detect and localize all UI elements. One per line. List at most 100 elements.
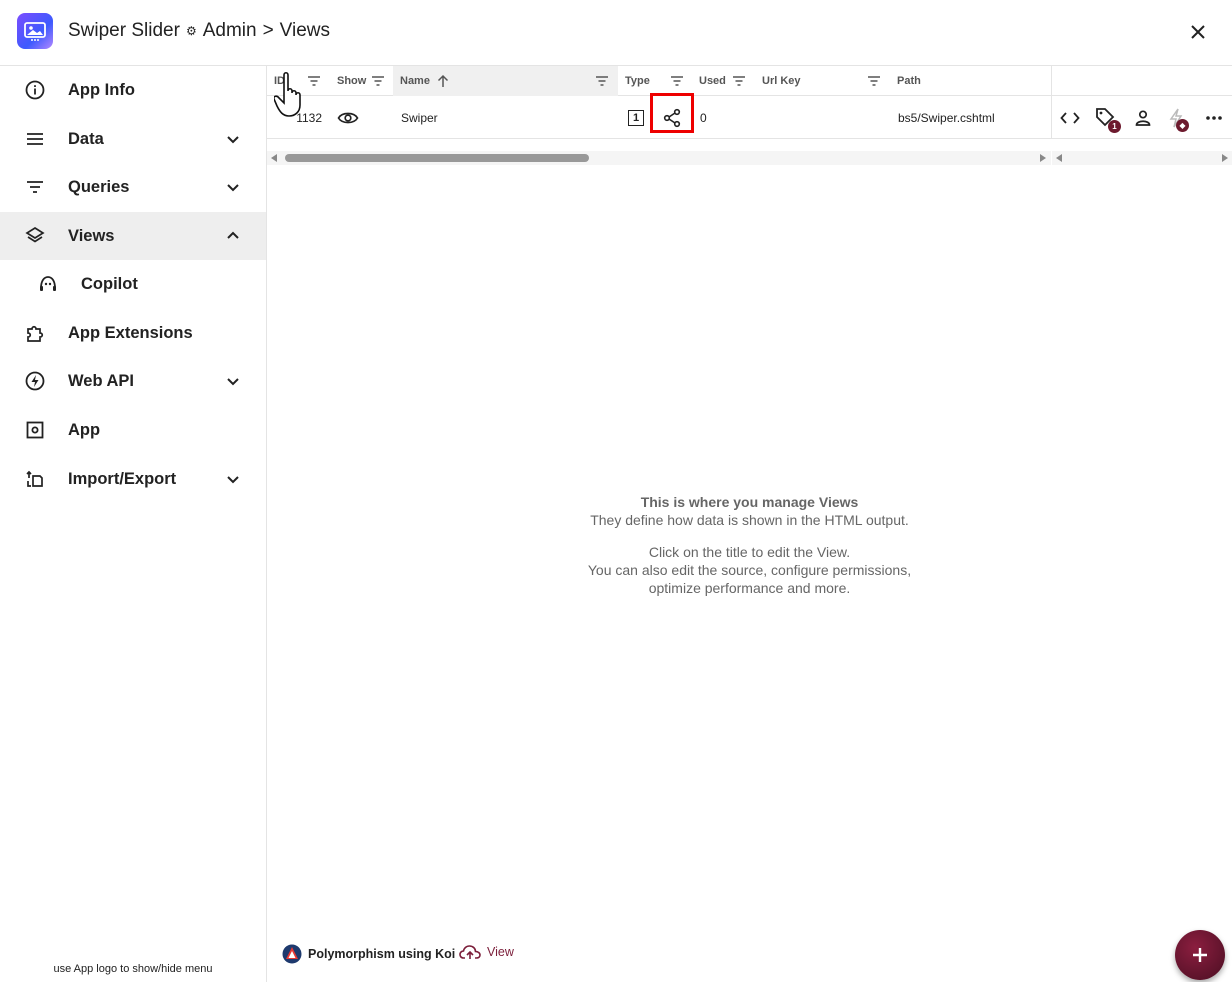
page-title: Views: [279, 20, 331, 41]
chevron-down-icon[interactable]: [224, 470, 242, 488]
scroll-right-icon[interactable]: [1040, 154, 1046, 162]
filter-icon[interactable]: [371, 75, 385, 87]
app-logo-button[interactable]: [17, 13, 53, 49]
empty-state-title: This is where you manage Views: [640, 494, 859, 510]
cloud-upload-icon: [459, 945, 481, 959]
sidebar-item-label: App Extensions: [68, 323, 193, 342]
breadcrumb-app-name[interactable]: Swiper Slider: [68, 20, 180, 42]
column-header-show[interactable]: Show: [329, 66, 393, 96]
sidebar-item-import-export[interactable]: Import/Export: [0, 455, 266, 503]
copilot-icon: [37, 273, 59, 295]
close-icon[interactable]: [1186, 20, 1210, 44]
cell-used[interactable]: 0: [700, 96, 756, 139]
sidebar-item-app[interactable]: App: [0, 406, 266, 454]
breadcrumb: Swiper Slider ⚙ Admin > Views: [68, 20, 330, 42]
chevron-down-icon[interactable]: [224, 372, 242, 390]
import-export-icon: [24, 468, 46, 490]
code-icon[interactable]: [1060, 110, 1080, 126]
person-icon[interactable]: [1134, 109, 1152, 127]
polymorphism-label: Polymorphism using Koi: [308, 947, 456, 961]
diamond-badge-icon: ◆: [1176, 119, 1189, 132]
sidebar-item-label: Copilot: [81, 274, 138, 293]
polymorphism-link[interactable]: Polymorphism using Koi: [282, 944, 455, 964]
eye-icon[interactable]: [337, 110, 359, 126]
performance-button[interactable]: ◆: [1168, 108, 1192, 132]
pinned-column-divider: [1051, 66, 1052, 139]
gear-icon: ⚙: [185, 24, 197, 38]
column-header-name[interactable]: Name: [393, 66, 618, 96]
sidebar-item-web-api[interactable]: Web API: [0, 357, 266, 405]
chevron-down-icon[interactable]: [224, 178, 242, 196]
chevron-up-icon[interactable]: [224, 227, 242, 245]
puzzle-icon: [24, 322, 46, 344]
column-header-path[interactable]: Path: [891, 66, 1051, 96]
view-link[interactable]: View: [459, 944, 514, 960]
chevron-down-icon[interactable]: [224, 130, 242, 148]
row-actions: 1 ◆: [1052, 96, 1232, 139]
column-label: Show: [337, 75, 367, 87]
cell-path: bs5/Swiper.cshtml: [898, 110, 995, 125]
sidebar-item-label: Queries: [68, 177, 130, 196]
sidebar-item-views[interactable]: Views: [0, 212, 266, 260]
info-icon: [24, 79, 46, 101]
sidebar-item-queries[interactable]: Queries: [0, 163, 266, 211]
empty-state-line: They define how data is shown in the HTM…: [590, 512, 909, 528]
column-label: Name: [400, 75, 430, 87]
cell-name[interactable]: Swiper: [393, 96, 618, 139]
add-view-button[interactable]: [1175, 930, 1225, 980]
column-label: Type: [625, 75, 650, 87]
menu-hint: use App logo to show/hide menu: [53, 963, 213, 975]
sort-ascending-icon[interactable]: [437, 74, 449, 88]
image-slider-icon: [24, 22, 46, 41]
menu-lines-icon: [24, 128, 46, 150]
scrollbar-thumb[interactable]: [285, 154, 589, 162]
column-header-url-key[interactable]: Url Key: [756, 66, 891, 96]
koi-logo-icon: [282, 944, 302, 964]
view-label: View: [487, 945, 514, 959]
scroll-left-icon[interactable]: [271, 154, 277, 162]
column-label: Url Key: [762, 75, 801, 87]
cell-url-key: [756, 96, 891, 139]
dialog-header: Swiper Slider ⚙ Admin > Views: [0, 0, 1232, 66]
sidebar-item-data[interactable]: Data: [0, 115, 266, 163]
horizontal-scrollbar[interactable]: [267, 151, 1051, 165]
view-type-badge: 1: [628, 109, 644, 126]
table-row[interactable]: 1132 Swiper 1 0 bs5/Swiper.cshtml 1 ◆: [267, 96, 1232, 139]
column-header-type[interactable]: Type: [618, 66, 694, 96]
sidebar-item-app-info[interactable]: App Info: [0, 66, 266, 114]
filter-icon[interactable]: [670, 75, 684, 87]
sidebar-item-app-extensions[interactable]: App Extensions: [0, 309, 266, 357]
column-label: Used: [699, 75, 726, 87]
filter-icon[interactable]: [595, 75, 609, 87]
sidebar-item-copilot[interactable]: Copilot: [0, 260, 266, 308]
empty-state-line: optimize performance and more.: [648, 580, 851, 596]
sidebar-item-label: Views: [68, 226, 115, 245]
hand-cursor-icon: [274, 71, 301, 117]
more-options-icon[interactable]: [1206, 115, 1222, 121]
filter-icon[interactable]: [732, 75, 746, 87]
sidebar-item-label: App: [68, 420, 101, 439]
column-header-used[interactable]: Used: [694, 66, 756, 96]
sidebar-nav: App Info Data Queries Views Copilot App …: [0, 66, 267, 982]
empty-state-message: This is where you manage Views They defi…: [267, 493, 1232, 597]
cell-show: [329, 96, 393, 139]
empty-state-line: Click on the title to edit the View.: [648, 544, 851, 560]
sidebar-item-label: Data: [68, 129, 104, 148]
empty-state-line: You can also edit the source, configure …: [587, 562, 912, 578]
share-highlight-box: [650, 93, 694, 133]
cell-type: 1: [618, 96, 650, 139]
sidebar-item-label: App Info: [68, 80, 135, 99]
column-label: Path: [897, 75, 921, 87]
pinned-horizontal-scrollbar[interactable]: [1052, 151, 1232, 165]
layers-icon: [24, 225, 46, 247]
filter-icon: [24, 176, 46, 198]
metadata-button[interactable]: 1: [1095, 107, 1121, 133]
filter-icon[interactable]: [867, 75, 881, 87]
settings-box-icon: [24, 419, 46, 441]
bolt-icon: [24, 370, 46, 392]
breadcrumb-section[interactable]: Admin: [203, 20, 257, 42]
scroll-right-icon[interactable]: [1222, 154, 1228, 162]
scroll-left-icon[interactable]: [1056, 154, 1062, 162]
sidebar-item-label: Import/Export: [68, 469, 177, 488]
grid-header: ID Show Name Type Used Url Key Path: [267, 66, 1232, 96]
